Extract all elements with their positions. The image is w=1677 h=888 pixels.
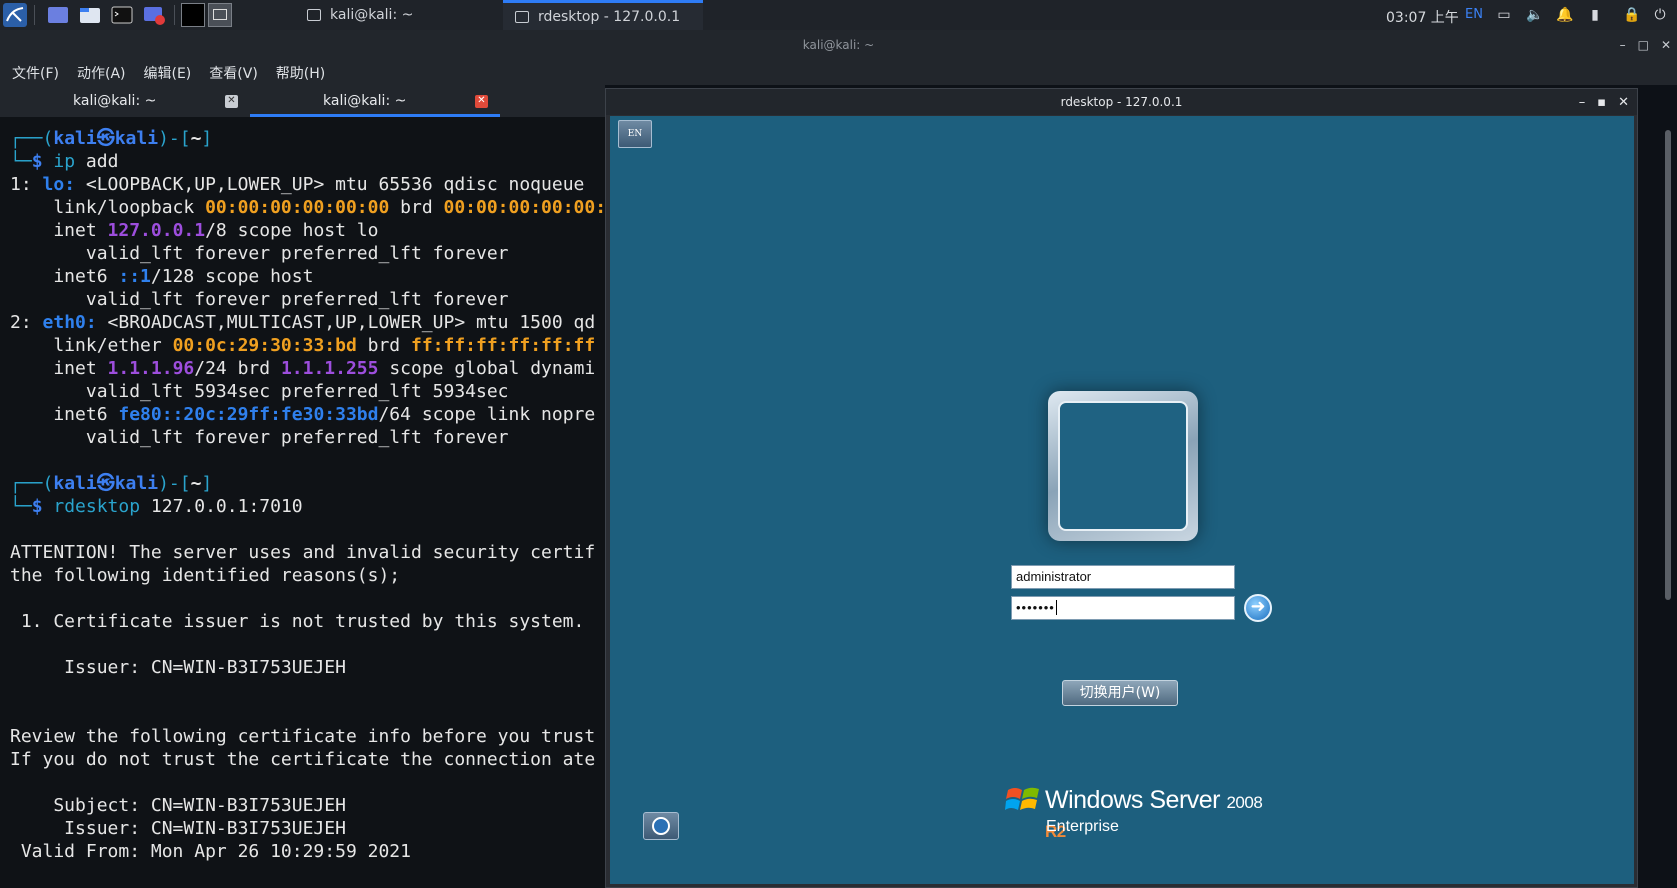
terminal-scrollbar[interactable] — [1665, 130, 1671, 600]
output-line: If you do not trust the certificate the … — [10, 749, 596, 770]
output-line: valid_lft forever preferred_lft forever — [10, 243, 509, 264]
maximize-icon[interactable]: □ — [1638, 38, 1649, 52]
rdesktop-title: rdesktop - 127.0.0.1 — [606, 89, 1637, 115]
output-line: inet 1.1.1.96/24 brd 1.1.1.255 scope glo… — [10, 358, 596, 379]
workspace-1[interactable] — [181, 3, 205, 27]
output-line: ATTENTION! The server uses and invalid s… — [10, 542, 596, 563]
minimize-icon[interactable]: – — [1620, 38, 1626, 52]
rdesktop-window-controls: – ▪ ✕ — [1579, 89, 1629, 115]
maximize-icon[interactable]: ▪ — [1597, 95, 1606, 110]
notification-bell-icon[interactable]: 🔔 — [1556, 6, 1574, 24]
output-line: valid_lft forever preferred_lft forever — [10, 427, 509, 448]
output-line: Issuer: CN=WIN-B3I753UEJEH — [10, 657, 346, 678]
user-picture — [1058, 401, 1188, 531]
user-tile — [1048, 391, 1198, 541]
output-line: 1. Certificate issuer is not trusted by … — [10, 611, 585, 632]
close-icon[interactable]: ✕ — [1618, 95, 1629, 110]
battery-icon[interactable]: ▮ — [1586, 6, 1604, 24]
terminal-output[interactable]: ┌──(kali㉿kali)-[~] └─$ ip add 1: lo: <LO… — [0, 117, 605, 888]
output-line: Subject: CN=WIN-B3I753UEJEH — [10, 795, 346, 816]
output-line: the following identified reasons(s); — [10, 565, 401, 586]
keyboard-layout[interactable]: EN — [1465, 7, 1483, 22]
ease-of-access-button[interactable] — [643, 812, 679, 840]
terminal-window-controls: – □ ✕ — [1620, 30, 1671, 60]
menu-file[interactable]: 文件(F) — [12, 63, 59, 83]
command-line: └─$ ip add — [10, 151, 119, 172]
arrow-right-icon: ➜ — [1250, 596, 1266, 617]
close-icon[interactable]: ✕ — [1661, 38, 1671, 52]
volume-icon[interactable]: 🔈 — [1526, 6, 1544, 24]
output-line: link/loopback 00:00:00:00:00:00 brd 00:0… — [10, 197, 605, 218]
input-language-button[interactable]: EN — [618, 120, 652, 148]
windows-server-logo: Windows Server 2008 R2 Enterprise — [1005, 780, 1265, 841]
minimize-icon[interactable]: – — [1579, 95, 1586, 110]
terminal-menubar: 文件(F) 动作(A) 编辑(E) 查看(V) 帮助(H) — [0, 60, 1677, 85]
tab-close-icon[interactable]: ✕ — [475, 95, 488, 108]
password-input[interactable]: ••••••• — [1011, 596, 1235, 620]
desktop-icon[interactable] — [46, 3, 70, 27]
task-terminal[interactable]: kali@kali: ~ — [295, 0, 503, 30]
output-line: inet 127.0.0.1/8 scope host lo — [10, 220, 379, 241]
output-line: inet6 fe80::20c:29ff:fe30:33bd/64 scope … — [10, 404, 596, 425]
username-input[interactable]: administrator — [1011, 565, 1235, 589]
output-line: valid_lft forever preferred_lft forever — [10, 289, 509, 310]
menu-actions[interactable]: 动作(A) — [77, 63, 126, 83]
terminal-tab-1[interactable]: kali@kali: ~ ✕ — [0, 85, 250, 117]
display-icon[interactable]: ▭ — [1495, 6, 1513, 24]
clock[interactable]: 03:07 上午 — [1386, 7, 1459, 27]
terminal-icon[interactable] — [110, 3, 134, 27]
tab-close-icon[interactable]: ✕ — [225, 95, 238, 108]
kali-menu-icon[interactable] — [3, 3, 27, 27]
command-line: └─$ rdesktop 127.0.0.1:7010 — [10, 496, 303, 517]
workspace-2[interactable] — [208, 3, 232, 27]
output-line: inet6 ::1/128 scope host — [10, 266, 314, 287]
output-line: Valid From: Mon Apr 26 10:29:59 2021 — [10, 841, 411, 862]
menu-edit[interactable]: 编辑(E) — [144, 63, 192, 83]
terminal-tabbar: kali@kali: ~ ✕ kali@kali: ~ ✕ — [0, 85, 605, 117]
browser-icon[interactable] — [142, 3, 166, 27]
output-line: 2: eth0: <BROADCAST,MULTICAST,UP,LOWER_U… — [10, 312, 596, 333]
prompt-line: ┌──(kali㉿kali)-[~] — [10, 128, 213, 149]
terminal-task-icon — [307, 9, 321, 21]
terminal-window-title: kali@kali: ~ — [0, 30, 1677, 60]
accessibility-icon — [652, 817, 670, 835]
output-line: 1: lo: <LOOPBACK,UP,LOWER_UP> mtu 65536 … — [10, 174, 585, 195]
remote-login-screen[interactable]: EN administrator ••••••• ➜ 切换用户(W) Windo… — [610, 116, 1634, 884]
rdesktop-window: rdesktop - 127.0.0.1 – ▪ ✕ EN administra… — [605, 88, 1638, 888]
file-manager-icon[interactable] — [78, 3, 102, 27]
output-line: valid_lft 5934sec preferred_lft 5934sec — [10, 381, 509, 402]
lock-icon[interactable]: 🔒 — [1623, 6, 1641, 24]
windows-flag-icon — [1005, 787, 1039, 810]
menu-view[interactable]: 查看(V) — [209, 63, 258, 83]
logo-edition: Enterprise — [1046, 818, 1119, 835]
output-line: link/ether 00:0c:29:30:33:bd brd ff:ff:f… — [10, 335, 596, 356]
terminal-tab-2[interactable]: kali@kali: ~ ✕ — [250, 85, 500, 117]
output-line: Issuer: CN=WIN-B3I753UEJEH — [10, 818, 346, 839]
task-rdesktop[interactable]: rdesktop - 127.0.0.1 — [503, 0, 703, 30]
window-task-icon — [515, 10, 529, 23]
prompt-line: ┌──(kali㉿kali)-[~] — [10, 473, 213, 494]
switch-user-button[interactable]: 切换用户(W) — [1062, 680, 1178, 706]
output-line: Review the following certificate info be… — [10, 726, 596, 747]
power-icon[interactable]: ⏻ — [1651, 6, 1669, 24]
menu-help[interactable]: 帮助(H) — [276, 63, 325, 83]
submit-arrow-button[interactable]: ➜ — [1244, 594, 1272, 622]
top-panel: kali@kali: ~ rdesktop - 127.0.0.1 03:07 … — [0, 0, 1677, 30]
